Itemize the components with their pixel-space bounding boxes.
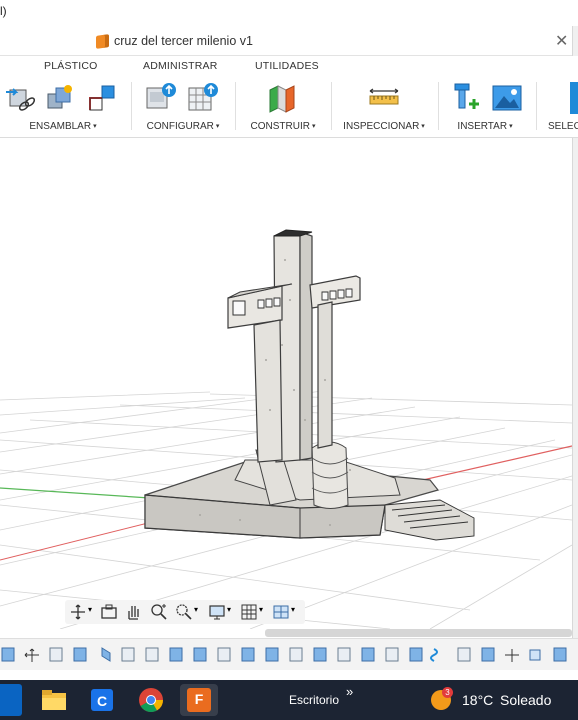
- rigid-group-icon[interactable]: [86, 82, 118, 114]
- red-axis-line-near: [0, 519, 161, 561]
- orbit-icon[interactable]: [69, 603, 87, 621]
- dropdown-caret-icon: ▾: [93, 123, 97, 130]
- windows-taskbar: C F Escritorio » 3 18°C Soleado: [0, 680, 578, 720]
- dropdown-caret-icon[interactable]: ▾: [227, 605, 231, 614]
- outlook-app-icon[interactable]: [0, 684, 22, 716]
- dropdown-caret-icon[interactable]: ▾: [194, 605, 198, 614]
- toolbar-group-inspect: INSPECCIONAR ▾: [334, 76, 434, 138]
- dropdown-caret-icon[interactable]: ▾: [88, 605, 92, 614]
- toolbar-group-construct: CONSTRUIR ▾: [238, 76, 328, 138]
- dropdown-caret-icon[interactable]: ▾: [259, 605, 263, 614]
- zoom-icon[interactable]: [150, 603, 168, 621]
- toolbar-separator: [131, 82, 132, 130]
- joint-origin-icon[interactable]: [44, 82, 76, 114]
- svg-text:C: C: [97, 693, 107, 709]
- measure-icon[interactable]: [368, 82, 400, 114]
- cross-monument-model[interactable]: [144, 229, 475, 541]
- construct-plane-icon[interactable]: [266, 82, 298, 114]
- viewport-scene: [0, 229, 572, 629]
- insert-canvas-icon[interactable]: [491, 82, 523, 114]
- close-document-button[interactable]: ✕: [555, 31, 568, 51]
- file-explorer-icon[interactable]: [38, 684, 70, 716]
- toolbar-separator: [438, 82, 439, 130]
- canvas-viewport[interactable]: [0, 139, 572, 629]
- document-tab[interactable]: cruz del tercer milenio v1 ✕: [0, 26, 572, 56]
- toolbar-label-configure[interactable]: CONFIGURAR ▾: [135, 121, 231, 132]
- fusion-app-icon: F: [187, 688, 211, 712]
- horizontal-scrollbar[interactable]: [265, 629, 572, 637]
- toolbar-ribbon: ENSAMBLAR ▾ CONFIGURAR ▾ CONSTRUIR ▾ INS…: [0, 76, 578, 138]
- select-tool-icon[interactable]: [570, 82, 578, 114]
- toolbar-separator: [235, 82, 236, 130]
- toolbar-label-insert[interactable]: INSERTAR ▾: [441, 121, 529, 132]
- toolbar-label-inspect[interactable]: INSPECCIONAR ▾: [334, 121, 434, 132]
- timeline-features[interactable]: [0, 639, 578, 671]
- dropdown-caret-icon: ▾: [421, 123, 425, 130]
- look-at-icon[interactable]: [100, 603, 118, 621]
- configure-grid-icon[interactable]: [187, 82, 219, 114]
- weather-temperature[interactable]: 18°C: [462, 692, 493, 708]
- weather-badge: 3: [442, 687, 453, 698]
- fusion-window: l) cruz del tercer milenio v1 ✕ PLÁSTICO…: [0, 0, 578, 720]
- toolbar-label-construct[interactable]: CONSTRUIR ▾: [238, 121, 328, 132]
- display-settings-icon[interactable]: [208, 603, 226, 621]
- dropdown-caret-icon[interactable]: ▾: [291, 605, 295, 614]
- toolbar-group-assemble: ENSAMBLAR ▾: [0, 76, 126, 138]
- top-fragment-text: l): [0, 4, 7, 18]
- chrome-icon[interactable]: [135, 684, 167, 716]
- toolbar-group-insert: INSERTAR ▾: [441, 76, 529, 138]
- toolbar-group-configure: CONFIGURAR ▾: [135, 76, 231, 138]
- insert-mcmaster-icon[interactable]: [449, 82, 481, 114]
- configure-table-icon[interactable]: [145, 82, 177, 114]
- desktop-label[interactable]: Escritorio: [289, 693, 339, 707]
- toolbar-group-select: SELEC: [540, 76, 578, 138]
- overflow-chevron-icon[interactable]: »: [346, 684, 353, 699]
- document-title: cruz del tercer milenio v1: [114, 34, 253, 48]
- dropdown-caret-icon: ▾: [311, 123, 316, 130]
- document-cube-icon: [96, 34, 109, 49]
- top-strip: l): [0, 0, 578, 24]
- fit-zoom-icon[interactable]: [175, 603, 193, 621]
- toolbar-separator: [331, 82, 332, 130]
- dropdown-caret-icon: ▾: [509, 123, 513, 130]
- timeline-bar: [0, 638, 578, 670]
- dropdown-caret-icon: ▾: [215, 123, 220, 130]
- toolbar-separator: [536, 82, 537, 130]
- toolbar-label-assemble[interactable]: ENSAMBLAR ▾: [0, 121, 126, 132]
- viewports-icon[interactable]: [272, 603, 290, 621]
- workspace-tabs: PLÁSTICO ADMINISTRAR UTILIDADES: [0, 56, 578, 76]
- navigation-bar: ▾ ▾ ▾ ▾ ▾: [65, 600, 305, 624]
- weather-condition[interactable]: Soleado: [500, 692, 551, 708]
- tab-utilities[interactable]: UTILIDADES: [255, 60, 319, 72]
- new-component-link-icon[interactable]: [4, 82, 36, 114]
- tab-manage[interactable]: ADMINISTRAR: [143, 60, 218, 72]
- toolbar-label-select[interactable]: SELEC: [548, 121, 578, 132]
- grid-settings-icon[interactable]: [240, 603, 258, 621]
- tab-plastic[interactable]: PLÁSTICO: [44, 60, 98, 72]
- fusion-taskbar-button[interactable]: F: [180, 684, 218, 716]
- calendar-c-app-icon[interactable]: C: [86, 684, 118, 716]
- pan-hand-icon[interactable]: [124, 603, 142, 621]
